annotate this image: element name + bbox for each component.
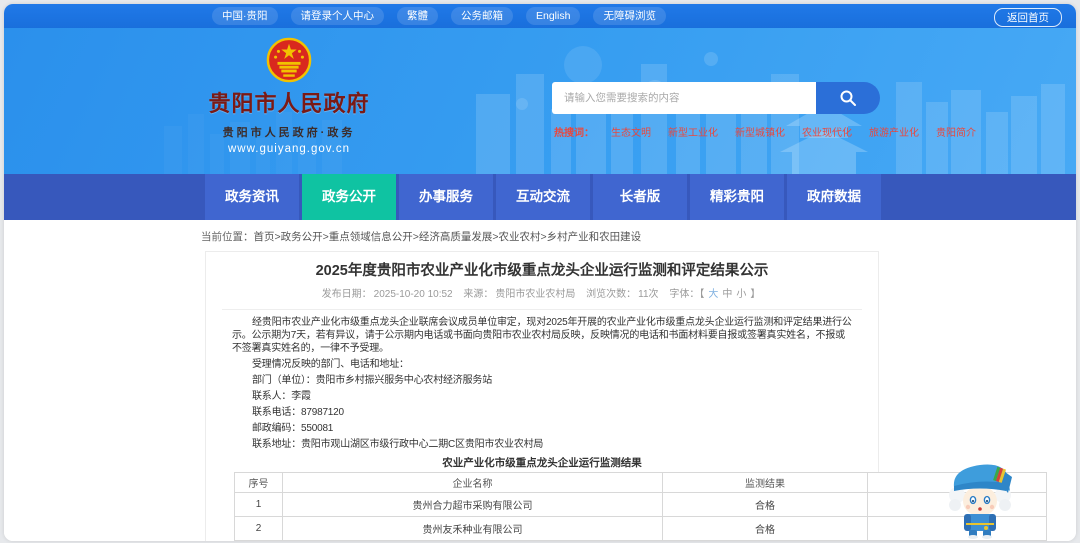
table-cell: 贵州松果鲜肉食品有限公司 [282, 540, 663, 541]
table-cell: 贵州合力超市采购有限公司 [282, 492, 663, 517]
article-paragraph: 部门（单位）：贵阳市乡村振兴服务中心农村经济服务站 [252, 374, 492, 386]
article-title: 2025年度贵阳市农业产业化市级重点龙头企业运行监测和评定结果公示 [315, 263, 769, 279]
search-icon [840, 90, 856, 106]
site-logo[interactable]: 贵阳市人民政府 贵阳市人民政府·政务 www.guiyang.gov.cn [194, 32, 384, 155]
article-paragraph: 联系人：李霞 [252, 390, 311, 402]
hot-search-label: 热搜词： [554, 128, 594, 139]
table-header-cell: 监测结果 [662, 472, 868, 493]
hot-search-word[interactable]: 生态文明 [611, 124, 651, 139]
main-nav: 政务资讯 政务公开 办事服务 互动交流 长者版 精彩贵阳 政府数据 [4, 174, 1076, 220]
table-cell: 3 [234, 540, 283, 541]
hot-search-row: 热搜词： 生态文明 新型工业化 新型城镇化 农业现代化 旅游产业化 贵阳简介 [554, 124, 976, 139]
breadcrumb: 当前位置：首页>政务公开>重点领域信息公开>经济高质量发展>农业农村>乡村产业和… [4, 220, 1076, 251]
content-area: 当前位置：首页>政务公开>重点领域信息公开>经济高质量发展>农业农村>乡村产业和… [4, 220, 1076, 541]
table-cell: 合格 [662, 516, 868, 541]
table-cell: 2 [234, 516, 283, 541]
article-body: 经贵阳市农业产业化市级重点龙头企业联席会议成员单位审定，现对2025年开展的农业… [206, 310, 878, 470]
article-paragraphs: 经贵阳市农业产业化市级重点龙头企业联席会议成员单位审定，现对2025年开展的农业… [232, 314, 852, 452]
national-emblem-icon [266, 37, 312, 83]
topbar-link[interactable]: English [526, 7, 581, 25]
article-paragraph: 经贵阳市农业产业化市级重点龙头企业联席会议成员单位审定，现对2025年开展的农业… [232, 316, 852, 354]
article-meta: 发布日期： 2025-10-20 10:52 来源： 贵阳市农业农村局 浏览次数： 1… [206, 288, 878, 301]
table-header-row: 序号 企业名称 监测结果 [234, 472, 1047, 493]
hot-search-word[interactable]: 农业现代化 [802, 124, 852, 139]
hot-search-word[interactable]: 旅游产业化 [869, 124, 919, 139]
views-value: 11次 [638, 289, 659, 300]
source-label: 来源： [463, 289, 494, 300]
topbar-link[interactable]: 繁體 [397, 7, 438, 25]
site-name: 贵阳市人民政府 [208, 91, 370, 116]
nav-item-办事服务[interactable]: 办事服务 [399, 174, 493, 220]
topbar-link[interactable]: 中国·贵阳 [212, 7, 278, 25]
topbar-links: 中国·贵阳 请登录个人中心 繁體 公务邮箱 English 无障碍浏览 [212, 7, 666, 25]
table-cell: 贵州友禾种业有限公司 [282, 516, 663, 541]
back-home-button[interactable]: 返回首页 [994, 8, 1062, 27]
article-paragraph: 联系地址：贵阳市观山湖区市级行政中心二期C区贵阳市农业农村局 [252, 438, 544, 450]
article-paragraph: 受理情况反映的部门、电话和地址： [252, 358, 409, 370]
nav-item-互动交流[interactable]: 互动交流 [496, 174, 590, 220]
table-cell: 合格 [662, 492, 868, 517]
article-container: 2025年度贵阳市农业产业化市级重点龙头企业运行监测和评定结果公示 发布日期： 2… [205, 251, 1047, 541]
hot-search-word[interactable]: 新型工业化 [668, 124, 718, 139]
font-size-label: 字体：【 [669, 289, 705, 300]
breadcrumb-label: 当前位置： [201, 231, 254, 243]
font-size-label-end: 】 [750, 289, 761, 300]
page-card: 中国·贵阳请登录个人中心繁體公务邮箱 English 无障碍浏览 返回首页 [4, 4, 1076, 541]
article-paragraph: 邮政编码：550081 [252, 422, 334, 434]
table-cell: 合格 [662, 540, 868, 541]
hot-search-words: 生态文明 新型工业化 新型城镇化 农业现代化 旅游产业化 贵阳简介 [611, 124, 976, 139]
topbar-link[interactable]: 公务邮箱 [451, 7, 513, 25]
site-banner: 贵阳市人民政府 贵阳市人民政府·政务 www.guiyang.gov.cn 热搜… [4, 28, 1076, 174]
topbar-link[interactable]: 无障碍浏览 [593, 7, 666, 25]
city-skyline-art [476, 64, 1065, 174]
font-size-options: 大中小 [706, 289, 748, 300]
search-input[interactable] [552, 82, 816, 114]
search-bar [552, 82, 880, 114]
search-button[interactable] [816, 82, 880, 114]
monitoring-result-table: 序号企业名称监测结果 1贵州合力超市采购有限公司合格2贵州友禾种业有限公司合格3… [234, 472, 1047, 541]
site-url: www.guiyang.gov.cn [228, 143, 350, 155]
nav-item-精彩贵阳[interactable]: 精彩贵阳 [690, 174, 784, 220]
source-value: 贵阳市农业农村局 [495, 289, 576, 300]
top-utility-bar: 中国·贵阳 请登录个人中心 繁體 公务邮箱 English 无障碍浏览 返回首页 [4, 4, 1076, 28]
table-cell: 1 [234, 492, 283, 517]
mascot-figure[interactable] [942, 453, 1018, 539]
published-label: 发布日期： [321, 289, 372, 300]
nav-item-政务资讯[interactable]: 政务资讯 [205, 174, 299, 220]
table-header-cell: 序号 [234, 472, 283, 493]
font-size-option[interactable]: 中 [722, 289, 732, 300]
table-row: 3贵州松果鲜肉食品有限公司合格 [234, 540, 1047, 541]
topbar-link[interactable]: 请登录个人中心 [290, 7, 384, 25]
nav-item-政务公开[interactable]: 政务公开 [302, 174, 396, 220]
table-row: 1 贵州合力超市采购有限公司 合格 [234, 492, 1047, 517]
nav-items: 政务资讯 政务公开 办事服务 互动交流 长者版 精彩贵阳 政府数据 [205, 174, 881, 220]
font-size-option[interactable]: 大 [708, 289, 718, 300]
table-row: 2 贵州友禾种业有限公司 合格 [234, 516, 1047, 541]
nav-item-长者版[interactable]: 长者版 [593, 174, 687, 220]
published-date: 2025-10-20 10:52 [373, 289, 453, 300]
article-paragraph: 联系电话：87987120 [252, 406, 344, 418]
table-header-cell: 企业名称 [282, 472, 663, 493]
table-cell [867, 540, 1047, 541]
hot-search-word[interactable]: 贵阳简介 [936, 124, 976, 139]
views-label: 浏览次数： [586, 289, 637, 300]
breadcrumb-path[interactable]: 首页>政务公开>重点领域信息公开>经济高质量发展>农业农村>乡村产业和农田建设 [254, 231, 642, 243]
font-size-option[interactable]: 小 [736, 289, 746, 300]
nav-item-政府数据[interactable]: 政府数据 [787, 174, 881, 220]
site-subtitle: 贵阳市人民政府·政务 [222, 127, 356, 139]
hot-search-word[interactable]: 新型城镇化 [735, 124, 785, 139]
table-caption: 农业产业化市级重点龙头企业运行监测结果 [442, 457, 642, 469]
